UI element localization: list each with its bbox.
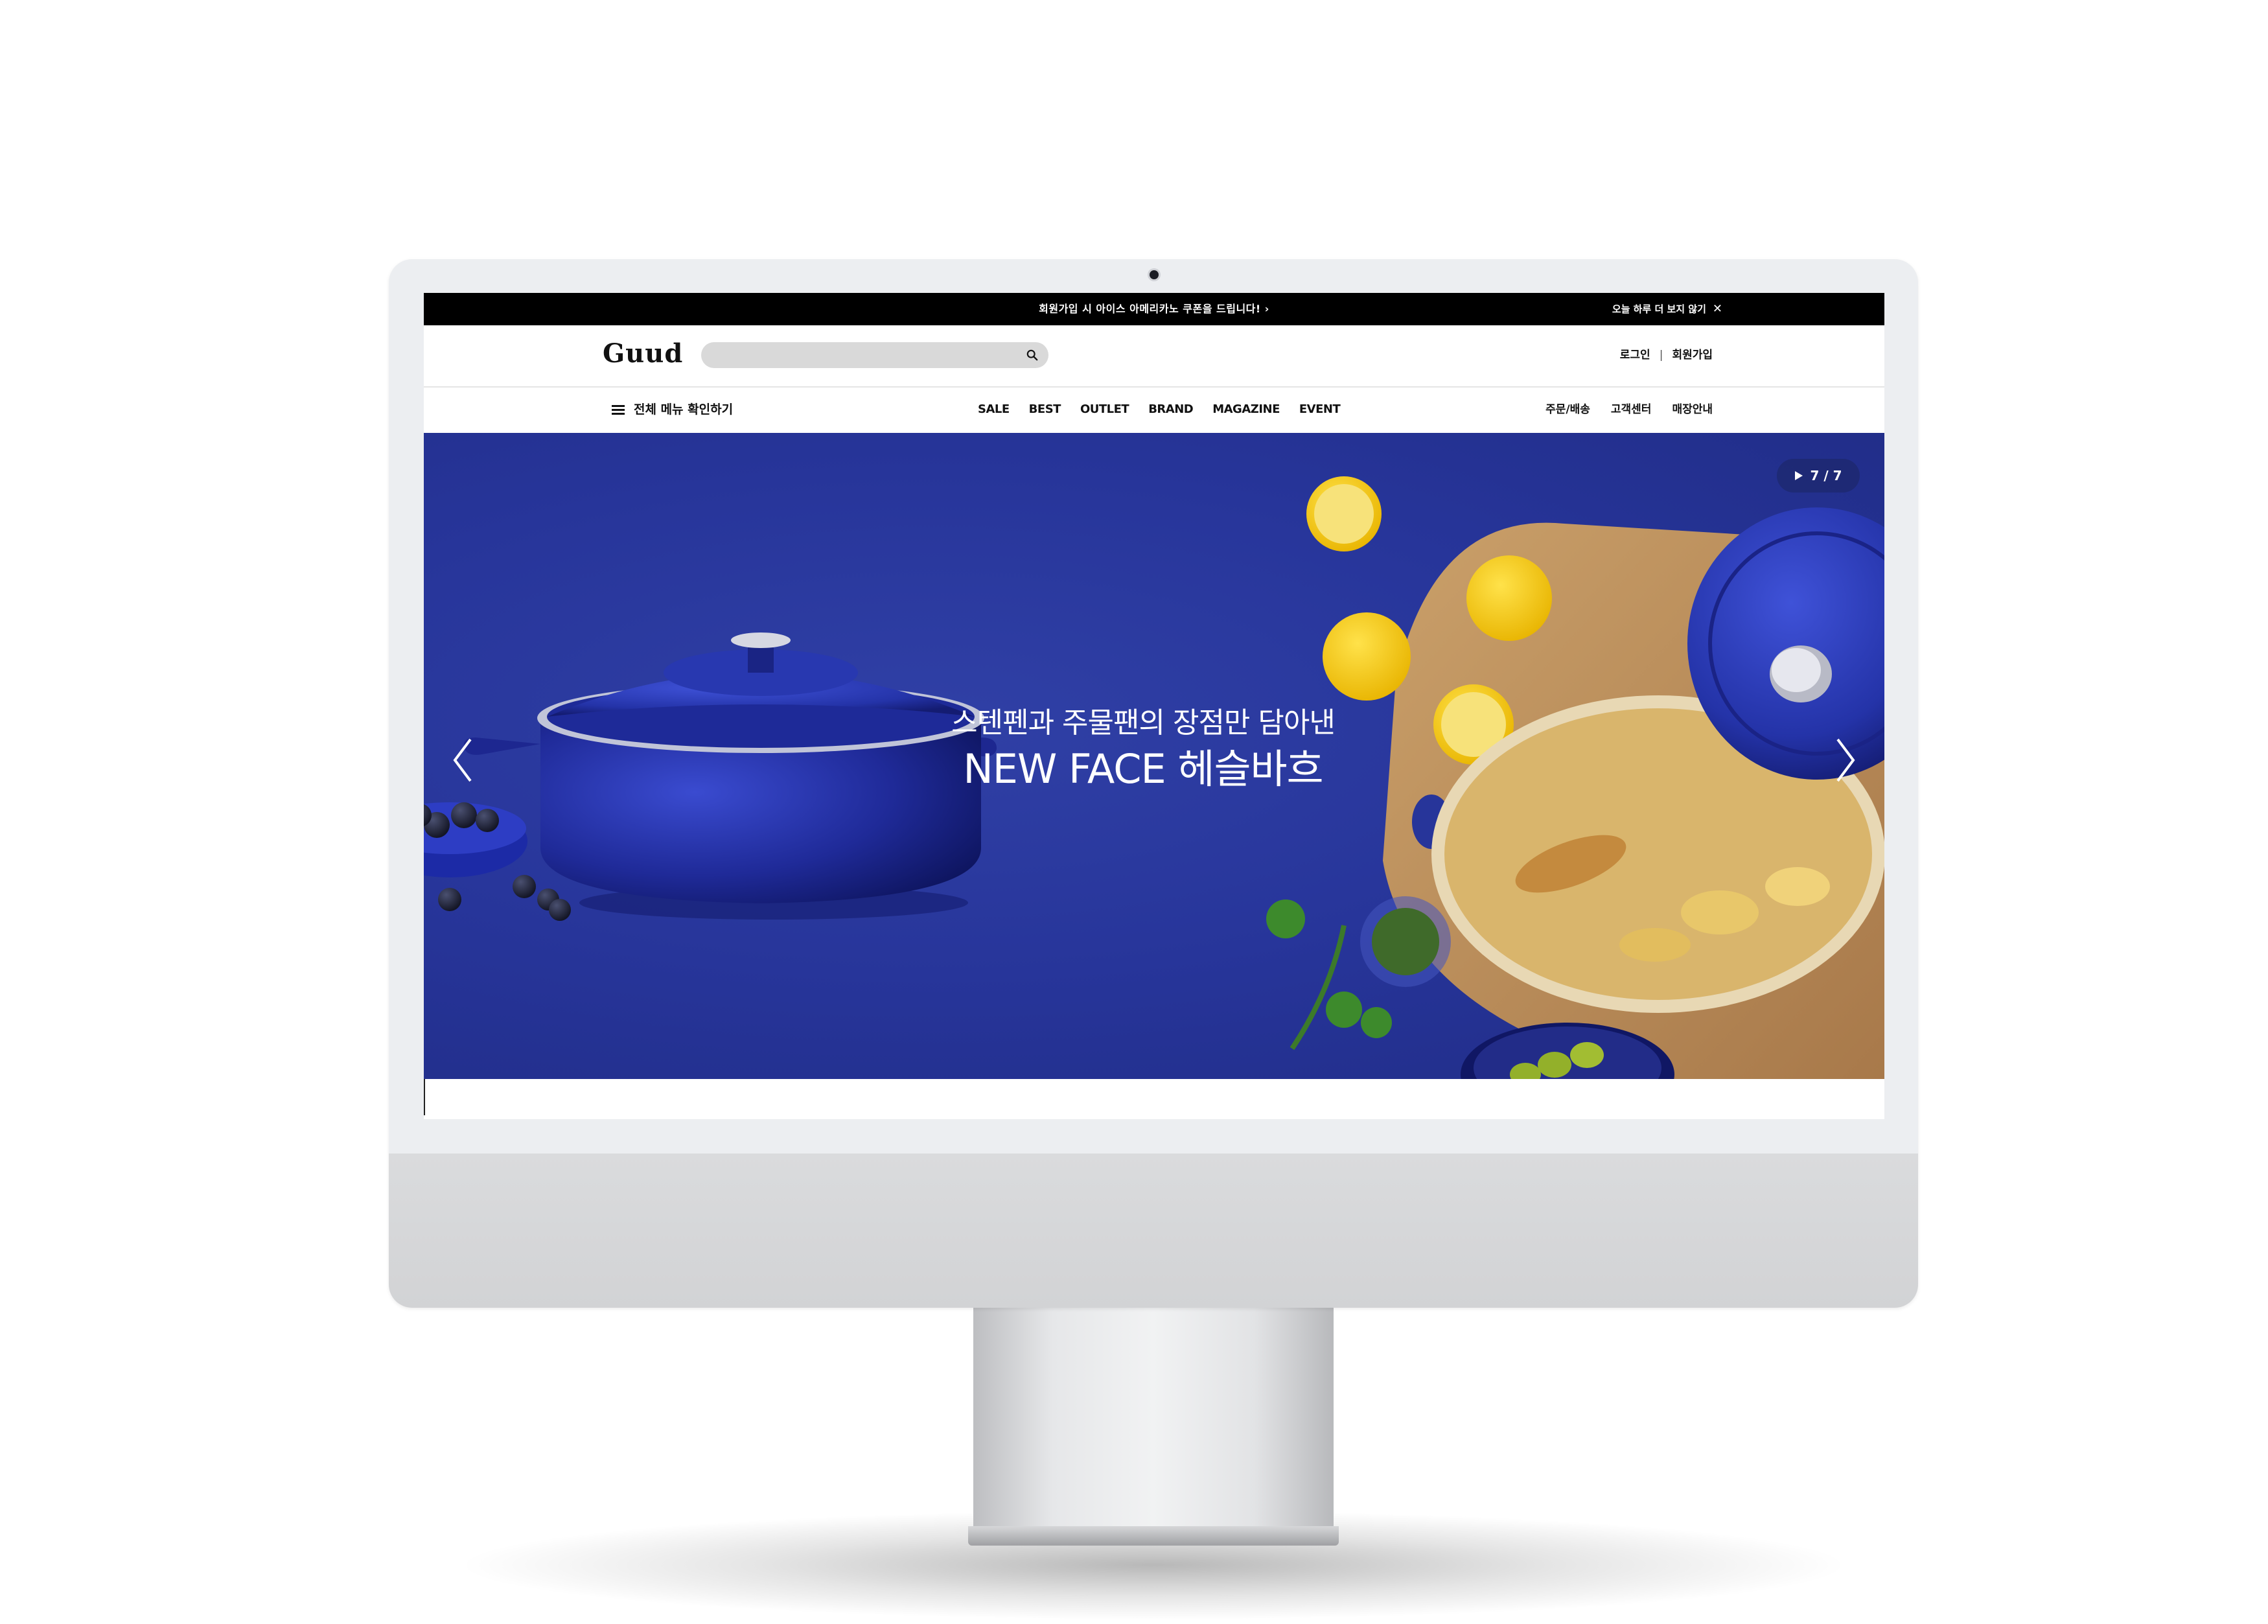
login-link[interactable]: 로그인	[1620, 343, 1650, 367]
slide-counter-button[interactable]: 7 / 7	[1777, 459, 1860, 493]
link-separator: |	[1659, 349, 1663, 362]
chevron-right-icon[interactable]	[1833, 734, 1858, 786]
nav-item-store-info[interactable]: 매장안내	[1672, 386, 1713, 433]
hero-headline: 스텐펜과 주물팬의 장점만 담아낸 NEW FACE 헤슬바흐	[916, 704, 1370, 796]
monitor-chin	[389, 1154, 1918, 1308]
nav-item-order-delivery[interactable]: 주문/배송	[1545, 386, 1590, 433]
nav-item-event[interactable]: EVENT	[1299, 386, 1341, 433]
utility-nav: 주문/배송 고객센터 매장안내	[1545, 386, 1713, 433]
all-menu-label: 전체 메뉴 확인하기	[634, 402, 734, 417]
hamburger-menu-icon	[612, 405, 625, 415]
nav-item-brand[interactable]: BRAND	[1148, 386, 1194, 433]
site-logo[interactable]: Guud	[603, 338, 683, 369]
hero-banner[interactable]: 스텐펜과 주물팬의 장점만 담아낸 NEW FACE 헤슬바흐 7 / 7	[424, 433, 1884, 1079]
play-icon	[1795, 471, 1803, 480]
monitor-stand	[973, 1308, 1334, 1529]
site-header: Guud 로그인 | 회원가입	[424, 325, 1884, 388]
browser-screen: 회원가입 시 아이스 아메리카노 쿠폰을 드립니다! › 오늘 하루 더 보지 …	[424, 293, 1884, 1119]
herb-bowl	[1266, 896, 1451, 1050]
camera-icon	[1150, 270, 1159, 279]
monitor-stand-foot	[968, 1526, 1339, 1546]
nav-item-magazine[interactable]: MAGAZINE	[1212, 386, 1280, 433]
promo-close-label: 오늘 하루 더 보지 않기	[1612, 303, 1706, 315]
hero-subtitle: 스텐펜과 주물팬의 장점만 담아낸	[951, 706, 1336, 739]
all-menu-button[interactable]: 전체 메뉴 확인하기	[612, 386, 733, 433]
nav-item-outlet[interactable]: OUTLET	[1080, 386, 1129, 433]
category-nav: SALE BEST OUTLET BRAND MAGAZINE EVENT	[978, 386, 1341, 433]
signup-link[interactable]: 회원가입	[1672, 343, 1713, 367]
nav-item-sale[interactable]: SALE	[978, 386, 1010, 433]
chevron-left-icon[interactable]	[450, 734, 476, 786]
promo-banner: 회원가입 시 아이스 아메리카노 쿠폰을 드립니다! › 오늘 하루 더 보지 …	[424, 293, 1884, 325]
slide-counter-text: 7 / 7	[1810, 468, 1842, 483]
main-navigation: 전체 메뉴 확인하기 SALE BEST OUTLET BRAND MAGAZI…	[424, 386, 1884, 433]
promo-close-button[interactable]: 오늘 하루 더 보지 않기 ✕	[1612, 293, 1722, 325]
account-links: 로그인 | 회원가입	[1620, 343, 1713, 367]
close-icon: ✕	[1712, 302, 1722, 316]
nav-item-best[interactable]: BEST	[1029, 386, 1061, 433]
nav-item-customer-center[interactable]: 고객센터	[1611, 386, 1652, 433]
search-icon[interactable]	[1026, 349, 1038, 361]
content-edge-line	[424, 1079, 425, 1115]
search-bar	[701, 342, 1048, 369]
hero-title: NEW FACE 헤슬바흐	[963, 745, 1323, 793]
search-input[interactable]	[714, 342, 1015, 369]
